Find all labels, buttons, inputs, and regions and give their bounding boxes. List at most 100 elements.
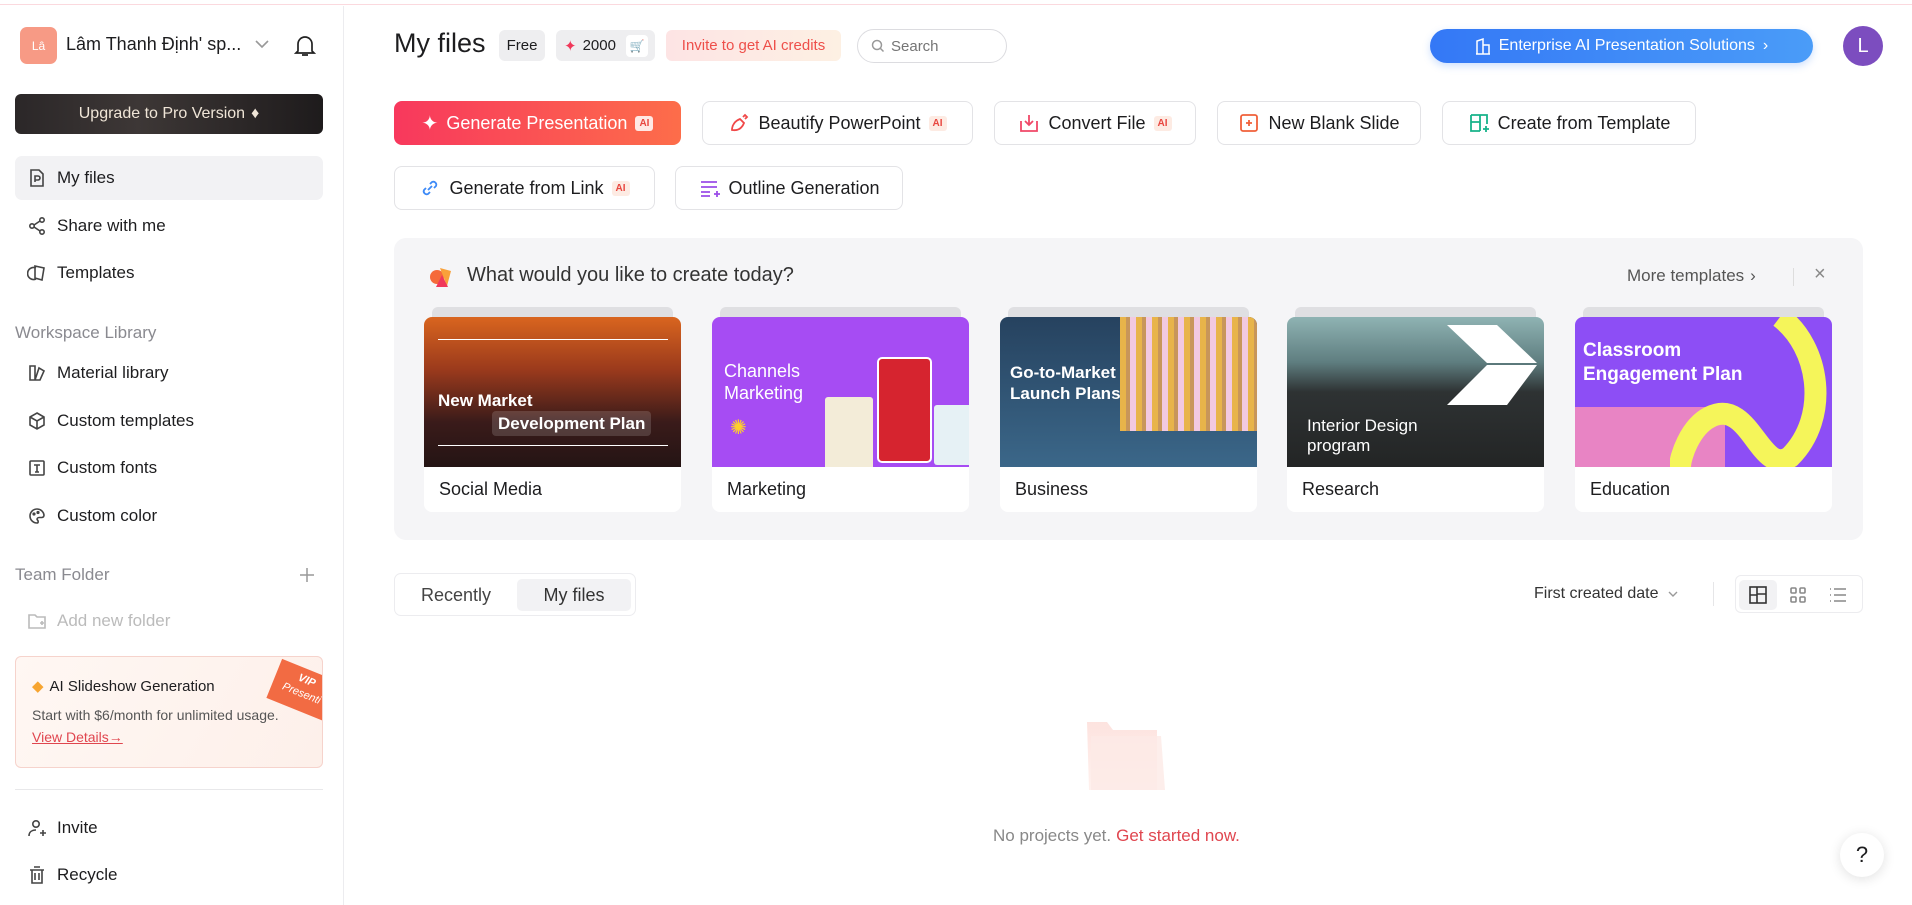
ai-badge: AI <box>611 180 630 196</box>
chevron-down-icon[interactable] <box>254 38 270 50</box>
card-label: Education <box>1590 479 1671 499</box>
sidebar-item-templates[interactable]: Templates <box>15 251 323 295</box>
cart-icon[interactable]: 🛒 <box>625 34 648 57</box>
plus-icon[interactable] <box>299 567 315 583</box>
sidebar-item-custom-templates[interactable]: Custom templates <box>15 399 323 443</box>
help-button[interactable]: ? <box>1840 833 1884 877</box>
empty-folder-icon <box>1087 722 1165 790</box>
promo-text: Start with $6/month for unlimited usage. <box>32 707 279 723</box>
templates-panel: What would you like to create today? Mor… <box>394 238 1863 540</box>
plan-badge: Free <box>499 30 545 61</box>
thumbnail-title: Classroom <box>1583 340 1682 361</box>
card-label: Research <box>1302 479 1380 499</box>
bell-icon[interactable] <box>294 34 316 58</box>
divider <box>1793 268 1794 286</box>
generate-presentation-button[interactable]: ✦ Generate Presentation AI <box>394 101 681 145</box>
search-input[interactable] <box>891 37 991 55</box>
divider <box>1713 582 1714 606</box>
new-blank-slide-button[interactable]: New Blank Slide <box>1217 101 1421 145</box>
create-from-template-button[interactable]: Create from Template <box>1442 101 1696 145</box>
templates-icon <box>27 265 45 282</box>
building-icon <box>1475 37 1490 55</box>
large-grid-view-button[interactable] <box>1739 580 1777 610</box>
file-tabs: Recently My files <box>394 573 636 616</box>
file-icon <box>30 169 44 187</box>
grid-view-button[interactable] <box>1779 580 1817 610</box>
empty-text: No projects yet. <box>993 826 1112 845</box>
thumbnail-title: Interior Design <box>1307 416 1418 435</box>
promo-card[interactable]: ◆ AI Slideshow Generation Start with $6/m… <box>15 656 323 768</box>
workspace-avatar[interactable]: Lâ <box>20 27 57 64</box>
outline-generation-button[interactable]: Outline Generation <box>675 166 903 210</box>
template-card-marketing[interactable]: Channels Marketing ✺ Marketing <box>712 307 969 512</box>
sidebar-item-my-files[interactable]: My files <box>15 156 323 200</box>
template-thumbnail: Channels Marketing ✺ <box>712 317 969 467</box>
new-slide-icon <box>1240 114 1259 132</box>
sidebar-item-label: Material library <box>57 363 169 382</box>
generate-from-link-button[interactable]: Generate from Link AI <box>394 166 655 210</box>
card-label: Marketing <box>727 479 807 499</box>
template-card-research[interactable]: Interior Design program Research <box>1287 307 1544 512</box>
sidebar-item-label: Custom fonts <box>57 458 158 477</box>
tab-recently[interactable]: Recently <box>400 579 512 611</box>
thumbnail-subtitle: Development Plan <box>492 411 652 436</box>
search-box[interactable] <box>857 29 1007 63</box>
chevron-down-icon <box>1668 591 1677 597</box>
chevron-right-icon: › <box>1750 266 1756 285</box>
button-label: Beautify PowerPoint <box>758 112 921 133</box>
template-card-business[interactable]: Go-to-Market Launch Plans Business <box>1000 307 1257 512</box>
page-title: My files <box>394 28 486 58</box>
button-label: Convert File <box>1048 112 1146 133</box>
close-icon[interactable]: × <box>1814 263 1826 286</box>
template-thumbnail: New Market Development Plan <box>424 317 681 467</box>
sidebar-item-custom-color[interactable]: Custom color <box>15 494 323 538</box>
sidebar-divider <box>15 789 323 790</box>
enterprise-button[interactable]: Enterprise AI Presentation Solutions › <box>1430 29 1813 63</box>
beautify-powerpoint-button[interactable]: Beautify PowerPoint AI <box>702 101 973 145</box>
workspace-name[interactable]: Lâm Thanh Định' sp... <box>66 34 241 55</box>
thumbnail-subtitle: program <box>1307 436 1371 455</box>
sort-dropdown[interactable]: First created date <box>1534 585 1679 603</box>
sidebar-item-label: Templates <box>57 263 135 282</box>
sparkle-icon: ✦ <box>564 37 577 55</box>
thumbnail-subtitle: Engagement Plan <box>1583 364 1743 385</box>
button-label: Generate from Link <box>449 177 604 198</box>
card-label: Social Media <box>439 479 543 499</box>
sidebar-item-custom-fonts[interactable]: Custom fonts <box>15 446 323 490</box>
invite-credits-button[interactable]: Invite to get AI credits <box>666 30 841 61</box>
button-label: Outline Generation <box>728 177 880 198</box>
ai-badge: AI <box>928 115 947 131</box>
user-avatar[interactable]: L <box>1843 26 1883 66</box>
credits-badge[interactable]: ✦ 2000 🛒 <box>556 30 655 61</box>
workspace-library-heading: Workspace Library <box>15 323 157 342</box>
sort-label: First created date <box>1534 585 1659 602</box>
template-card-social-media[interactable]: New Market Development Plan Social Media <box>424 307 681 512</box>
enterprise-label: Enterprise AI Presentation Solutions <box>1498 37 1755 54</box>
material-icon <box>29 365 46 381</box>
promo-title: AI Slideshow Generation <box>49 677 215 695</box>
list-view-button[interactable] <box>1819 580 1857 610</box>
sidebar-item-recycle[interactable]: Recycle <box>15 853 323 897</box>
search-icon <box>871 39 885 53</box>
view-details-link[interactable]: View Details→ <box>32 729 123 745</box>
grid-icon <box>1790 587 1806 603</box>
convert-file-button[interactable]: Convert File AI <box>994 101 1196 145</box>
more-templates-link[interactable]: More templates › <box>1627 266 1756 286</box>
sidebar-item-label: Share with me <box>57 216 166 235</box>
brand-logo-icon <box>430 268 451 287</box>
button-label: Generate Presentation <box>446 112 628 133</box>
thumbnail-title: Go-to-Market <box>1010 363 1116 382</box>
credits-count: 2000 <box>582 37 616 54</box>
diamond-icon: ♦ <box>251 105 260 122</box>
sidebar-item-invite[interactable]: Invite <box>15 806 323 850</box>
sidebar-item-share-with-me[interactable]: Share with me <box>15 204 323 248</box>
get-started-link[interactable]: Get started now. <box>1116 826 1240 846</box>
sidebar: Lâ Lâm Thanh Định' sp... Upgrade to Pro … <box>0 6 344 905</box>
template-card-education[interactable]: Classroom Engagement Plan Education <box>1575 307 1832 512</box>
sidebar-item-material-library[interactable]: Material library <box>15 351 323 395</box>
view-toggle <box>1735 575 1863 613</box>
team-folder-heading: Team Folder <box>15 565 110 584</box>
tab-my-files[interactable]: My files <box>517 579 631 611</box>
upgrade-pro-button[interactable]: Upgrade to Pro Version ♦ <box>15 94 323 134</box>
add-new-folder[interactable]: Add new folder <box>15 599 323 643</box>
